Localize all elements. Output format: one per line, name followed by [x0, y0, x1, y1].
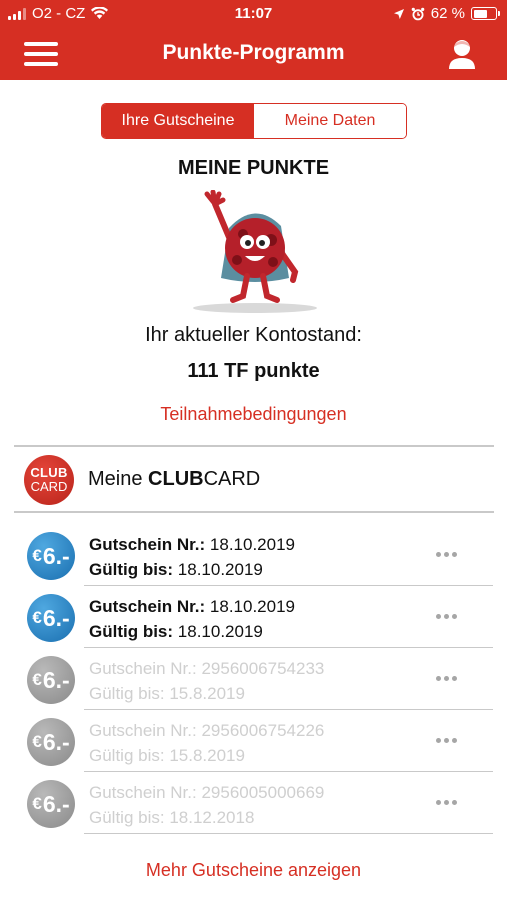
voucher-row[interactable]: €6.- Gutschein Nr.: 18.10.2019 Gültig bi…: [0, 586, 507, 648]
voucher-details: Gutschein Nr.: 18.10.2019 Gültig bis: 18…: [89, 597, 296, 641]
voucher-details: Gutschein Nr.: 18.10.2019 Gültig bis: 18…: [89, 535, 296, 579]
more-options-icon[interactable]: [436, 614, 457, 619]
balance-label: Ihr aktueller Kontostand:: [145, 324, 362, 346]
clubcard-label: Meine CLUBCARD: [88, 468, 261, 490]
voucher-coin-icon: €6.-: [27, 780, 75, 828]
more-options-icon[interactable]: [436, 738, 457, 743]
voucher-row[interactable]: €6.- Gutschein Nr.: 2956006754226 Gültig…: [0, 710, 507, 772]
voucher-coin-icon: €6.-: [27, 532, 75, 580]
voucher-details: Gutschein Nr.: 2956006754233 Gültig bis:…: [89, 659, 325, 703]
battery-percentage: 62 %: [430, 5, 465, 22]
voucher-row[interactable]: €6.- Gutschein Nr.: 18.10.2019 Gültig bi…: [0, 524, 507, 586]
battery-icon: [471, 7, 500, 20]
clubcard-row[interactable]: CLUB CARD Meine CLUBCARD: [0, 448, 507, 510]
tab-meine-daten[interactable]: Meine Daten: [254, 104, 406, 138]
balance-value: 111 TF punkte: [187, 360, 320, 382]
voucher-details: Gutschein Nr.: 2956005000669 Gültig bis:…: [89, 783, 325, 827]
voucher-row[interactable]: €6.- Gutschein Nr.: 2956006754233 Gültig…: [0, 648, 507, 710]
tab-ihre-gutscheine[interactable]: Ihre Gutscheine: [102, 104, 254, 138]
divider: [14, 511, 494, 513]
more-options-icon[interactable]: [436, 800, 457, 805]
divider: [84, 832, 493, 834]
battery-level: [473, 9, 487, 18]
voucher-coin-icon: €6.-: [27, 656, 75, 704]
more-options-icon[interactable]: [436, 552, 457, 557]
view-switcher: Ihre Gutscheine Meine Daten: [101, 103, 407, 139]
page-title: Punkte-Programm: [162, 41, 345, 64]
status-bar: O2 - CZ 11:07 62 %: [0, 0, 507, 28]
points-heading: MEINE PUNKTE: [177, 157, 330, 179]
status-right: 62 %: [393, 5, 500, 22]
more-options-icon[interactable]: [436, 676, 457, 681]
location-arrow-icon: [393, 8, 404, 19]
voucher-details: Gutschein Nr.: 2956006754226 Gültig bis:…: [89, 721, 325, 765]
alarm-icon: [411, 7, 425, 20]
voucher-row[interactable]: €6.- Gutschein Nr.: 2956005000669 Gültig…: [0, 772, 507, 834]
app-header: Punkte-Programm: [0, 28, 507, 80]
divider: [14, 445, 494, 447]
voucher-coin-icon: €6.-: [27, 718, 75, 766]
terms-link[interactable]: Teilnahmebedingungen: [0, 404, 507, 425]
mascot-illustration: [193, 190, 317, 313]
voucher-coin-icon: €6.-: [27, 594, 75, 642]
clubcard-logo: CLUB CARD: [24, 455, 74, 505]
user-profile-icon[interactable]: [447, 38, 477, 70]
show-more-vouchers-link[interactable]: Mehr Gutscheine anzeigen: [0, 860, 507, 881]
